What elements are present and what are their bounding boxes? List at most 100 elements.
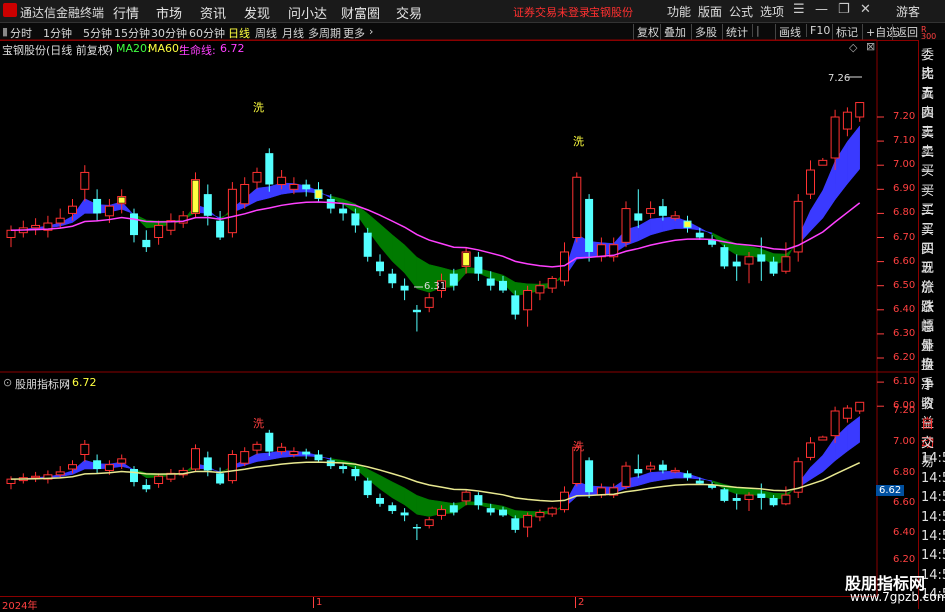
candle-body-down [511,295,520,315]
candle-body-down [339,208,348,214]
main-chart-title: 宝钢股份(日线 前复权) [2,44,114,57]
candle-body-up [154,475,164,484]
candle-body-down [769,261,778,274]
candle-body-down [486,278,495,286]
candle-body-up [424,297,434,308]
main-scale-tick: 6.90 [893,183,916,195]
sidebar-item-21[interactable]: 14:56 [921,451,945,466]
date-month-2: 2 [575,597,584,608]
candle-body-down [474,495,483,506]
low-price-label: 6.31 [424,281,447,292]
candle-body-up [240,451,250,464]
life-line-label: 生命线: [179,44,216,57]
candle-body-up [744,256,754,265]
trend-band-segment [392,481,405,506]
candle-body-up [855,102,865,118]
trend-band-segment [810,189,824,232]
signal-candle [684,221,691,227]
candle-body-down [449,273,458,286]
main-scale-tick: 6.20 [893,352,916,363]
candle-body-up [6,229,16,239]
trend-band-segment [822,436,836,473]
sidebar-item-22[interactable]: 14:56 [921,471,945,486]
candle-body-up [523,514,533,528]
sub-chart-toggle-icon[interactable]: ⊙ [3,376,12,389]
candle-body-up [80,443,90,456]
sub-scale-tick: 7.20 [893,405,916,416]
high-price-label: 7.26 [828,73,851,84]
close-chart-icon[interactable]: ⊠ [866,40,875,53]
main-scale-tick: 7.20 [893,111,916,122]
kline-chart[interactable] [0,0,918,609]
trend-band-segment [650,217,664,236]
candle-body-down [732,261,741,267]
candle-body-down [142,484,151,490]
candle-body-down [351,469,360,477]
candle-body-up [252,171,262,183]
sub-scale-tick: 6.60 [893,497,916,508]
candle-body-up [646,208,656,214]
trend-band-segment [269,182,282,199]
main-scale-tick: 6.70 [893,231,916,243]
candle-body-up [818,436,828,441]
wash-label-sub-2: 洗 [573,440,584,453]
trend-band-segment [638,218,651,242]
candle-body-down [265,432,274,452]
main-scale-tick: 6.30 [893,327,916,339]
main-scale-tick: 6.80 [893,207,916,219]
candle-body-up [830,410,840,437]
life-line [10,201,861,268]
trend-band-segment [416,494,430,517]
candle-body-down [363,480,372,496]
candle-body-down [376,261,384,272]
candle-body-up [646,465,656,470]
candle-body-down [130,213,138,236]
ma20-label: MA20: [116,42,151,55]
sidebar-item-24[interactable]: 14:56 [921,510,945,525]
candle-body-down [216,473,225,484]
sidebar-top-num: 300 [921,32,937,41]
candle-body-down [400,285,409,291]
trend-band-segment [810,454,824,481]
candle-body-up [547,277,557,289]
trend-band-segment [662,470,676,481]
candle-body-down [720,489,729,501]
candle-body-up [818,159,828,166]
candle-body-up [68,205,77,214]
candle-body-up [80,171,90,190]
current-value-badge: 6.62 [876,485,905,496]
candle-body-down [388,505,397,512]
wash-label-sub-1: 洗 [253,417,264,430]
date-month-1: 1 [313,597,322,608]
sub-scale-tick: 6.20 [893,554,916,565]
candle-body-up [55,217,65,224]
signal-candle [118,197,125,203]
candle-body-up [424,519,434,527]
candle-body-down [302,451,311,455]
candle-body-up [117,458,127,464]
candle-body-up [437,509,446,516]
wash-label-main-2: 洗 [573,135,584,148]
main-scale-tick: 6.50 [893,279,916,291]
diamond-icon[interactable]: ◇ [849,41,857,54]
trend-band-segment [822,160,836,219]
date-year: 2024年 [2,601,38,612]
candle-body-down [634,469,643,474]
candle-body-up [781,494,791,505]
candle-body-down [449,505,458,513]
candle-body-down [757,493,766,498]
candle-body-down [585,460,594,493]
sidebar-item-23[interactable]: 14:56 [921,490,945,505]
candle-body-up [670,215,680,219]
sidebar-item-26[interactable]: 14:56 [921,548,945,563]
candle-body-up [621,208,631,243]
candle-body-down [658,464,667,471]
main-scale-tick: 6.10 [893,376,916,388]
candle-body-down [769,498,778,506]
sidebar-item-25[interactable]: 14:56 [921,529,945,544]
chevron-down-icon[interactable]: ⊙ [103,42,112,55]
signal-candle [192,180,199,213]
candle-body-down [474,256,483,274]
trend-band-segment [404,487,418,515]
candle-body-up [744,494,754,500]
